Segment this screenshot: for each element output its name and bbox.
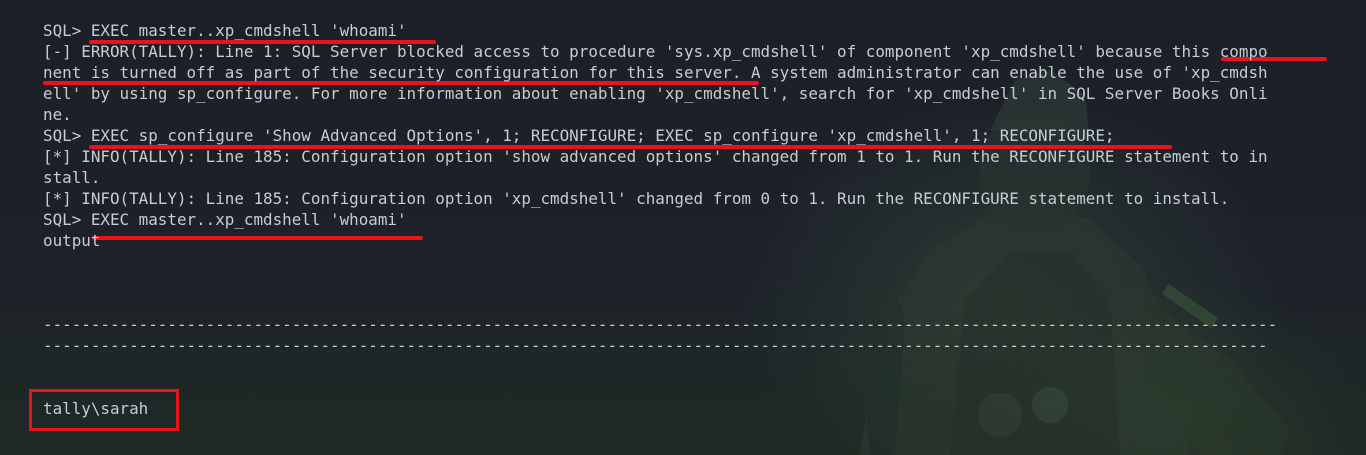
terminal-separator: ----------------------------------------… — [43, 315, 1278, 334]
terminal-line: SQL> EXEC master..xp_cmdshell 'whoami' — [43, 21, 407, 40]
terminal-window[interactable]: SQL> EXEC master..xp_cmdshell 'whoami' [… — [0, 0, 1366, 455]
terminal-line: [*] INFO(TALLY): Line 185: Configuration… — [43, 147, 1268, 166]
terminal-line: stall. — [43, 168, 101, 187]
terminal-separator: ----------------------------------------… — [43, 336, 1268, 355]
terminal-line: output — [43, 231, 101, 250]
terminal-line: ell' by using sp_configure. For more inf… — [43, 84, 1268, 103]
terminal-line: SQL> EXEC master..xp_cmdshell 'whoami' — [43, 210, 407, 229]
highlight-underline-4 — [92, 236, 423, 240]
terminal-line: [-] ERROR(TALLY): Line 1: SQL Server blo… — [43, 42, 1268, 61]
terminal-line: nent is turned off as part of the securi… — [43, 63, 1268, 82]
command-result: tally\sarah — [43, 399, 149, 418]
terminal-line: SQL> EXEC sp_configure 'Show Advanced Op… — [43, 126, 1115, 145]
terminal-line: [*] INFO(TALLY): Line 185: Configuration… — [43, 189, 1230, 208]
terminal-line: ne. — [43, 105, 72, 124]
